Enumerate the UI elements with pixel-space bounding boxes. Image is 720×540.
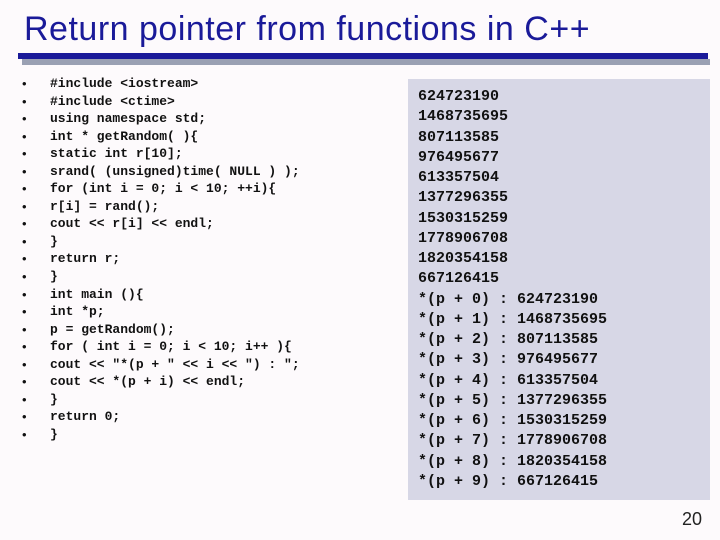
code-text: cout << r[i] << endl; [50,215,214,233]
code-text: int * getRandom( ){ [50,128,198,146]
code-column: •#include <iostream>•#include <ctime>•us… [18,75,394,500]
code-line: •for (int i = 0; i < 10; ++i){ [18,180,394,198]
code-text: for (int i = 0; i < 10; ++i){ [50,180,276,198]
title-rule-shadow [22,59,710,65]
bullet-icon: • [18,198,50,216]
code-line: •return r; [18,250,394,268]
code-line: •} [18,391,394,409]
bullet-icon: • [18,145,50,163]
code-text: } [50,426,58,444]
bullet-icon: • [18,391,50,409]
code-line: •} [18,268,394,286]
code-text: srand( (unsigned)time( NULL ) ); [50,163,300,181]
code-line: •r[i] = rand(); [18,198,394,216]
code-line: •int * getRandom( ){ [18,128,394,146]
code-text: for ( int i = 0; i < 10; i++ ){ [50,338,292,356]
bullet-icon: • [18,268,50,286]
code-line: •#include <iostream> [18,75,394,93]
code-text: cout << "*(p + " << i << ") : "; [50,356,300,374]
slide: Return pointer from functions in C++ •#i… [0,0,720,540]
code-line: •using namespace std; [18,110,394,128]
bullet-icon: • [18,128,50,146]
bullet-icon: • [18,233,50,251]
bullet-icon: • [18,163,50,181]
code-line: •} [18,426,394,444]
code-line: •cout << r[i] << endl; [18,215,394,233]
bullet-icon: • [18,286,50,304]
code-line: •p = getRandom(); [18,321,394,339]
code-line: •cout << "*(p + " << i << ") : "; [18,356,394,374]
bullet-icon: • [18,373,50,391]
code-text: #include <iostream> [50,75,198,93]
bullet-icon: • [18,93,50,111]
title-rule-main [18,53,708,59]
code-text: int main (){ [50,286,144,304]
code-line: •return 0; [18,408,394,426]
code-text: } [50,391,58,409]
code-text: cout << *(p + i) << endl; [50,373,245,391]
bullet-icon: • [18,75,50,93]
code-line: •int main (){ [18,286,394,304]
bullet-icon: • [18,110,50,128]
slide-title: Return pointer from functions in C++ [0,0,720,53]
code-text: static int r[10]; [50,145,183,163]
bullet-icon: • [18,180,50,198]
output-box: 624723190 1468735695 807113585 976495677… [408,79,710,500]
bullet-icon: • [18,426,50,444]
page-number: 20 [682,509,702,530]
bullet-icon: • [18,321,50,339]
bullet-icon: • [18,356,50,374]
bullet-icon: • [18,303,50,321]
slide-body: •#include <iostream>•#include <ctime>•us… [0,73,720,500]
code-line: •static int r[10]; [18,145,394,163]
code-text: } [50,268,58,286]
code-text: using namespace std; [50,110,206,128]
bullet-icon: • [18,215,50,233]
bullet-icon: • [18,408,50,426]
code-text: #include <ctime> [50,93,175,111]
code-text: return 0; [50,408,120,426]
code-line: •int *p; [18,303,394,321]
code-line: •cout << *(p + i) << endl; [18,373,394,391]
code-text: p = getRandom(); [50,321,175,339]
code-text: int *p; [50,303,105,321]
code-line: •for ( int i = 0; i < 10; i++ ){ [18,338,394,356]
bullet-icon: • [18,338,50,356]
code-line: •srand( (unsigned)time( NULL ) ); [18,163,394,181]
code-line: •} [18,233,394,251]
code-text: } [50,233,58,251]
code-text: return r; [50,250,120,268]
title-rule [18,53,708,67]
code-line: •#include <ctime> [18,93,394,111]
code-text: r[i] = rand(); [50,198,159,216]
bullet-icon: • [18,250,50,268]
